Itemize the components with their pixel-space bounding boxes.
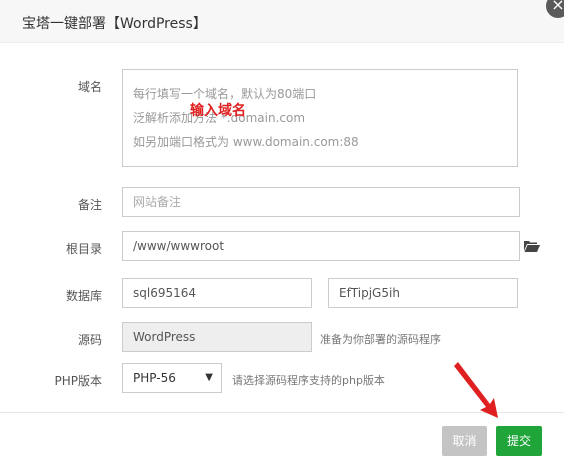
- php-hint: 请选择源码程序支持的php版本: [232, 374, 385, 387]
- php-version-select[interactable]: PHP-56 ▼: [122, 363, 222, 393]
- source-label: 源码: [77, 333, 102, 347]
- folder-open-icon[interactable]: [524, 240, 540, 252]
- database-user-input[interactable]: sql695164: [122, 278, 312, 308]
- root-label: 根目录: [65, 242, 102, 256]
- note-input[interactable]: 网站备注: [122, 187, 520, 217]
- domain-hint-3: 如另加端口格式为 www.domain.com:88: [133, 135, 359, 149]
- note-label: 备注: [77, 198, 102, 212]
- source-input: WordPress: [122, 322, 312, 352]
- php-selected-value: PHP-56: [133, 371, 176, 385]
- dialog-title: 宝塔一键部署【WordPress】: [22, 16, 207, 32]
- database-password-input[interactable]: EfTipjG5ih: [328, 278, 518, 308]
- submit-button[interactable]: 提交: [496, 426, 542, 456]
- cancel-button[interactable]: 取消: [442, 426, 487, 456]
- domain-textarea[interactable]: 每行填写一个域名，默认为80端口 泛解析添加方法 *.domain.com 如另…: [122, 69, 518, 167]
- annotation-arrow-icon: [454, 362, 498, 418]
- php-label: PHP版本: [54, 374, 103, 388]
- domain-label: 域名: [77, 80, 102, 94]
- deploy-dialog: 宝塔一键部署【WordPress】 × 域名 每行填写一个域名，默认为80端口 …: [0, 0, 564, 466]
- database-label: 数据库: [65, 289, 102, 303]
- root-input[interactable]: /www/wwwroot: [122, 231, 520, 261]
- domain-annotation: 输入域名: [190, 103, 246, 119]
- source-hint: 准备为你部署的源码程序: [320, 333, 441, 346]
- dialog-titlebar: 宝塔一键部署【WordPress】: [0, 0, 564, 43]
- chevron-down-icon: ▼: [205, 372, 213, 383]
